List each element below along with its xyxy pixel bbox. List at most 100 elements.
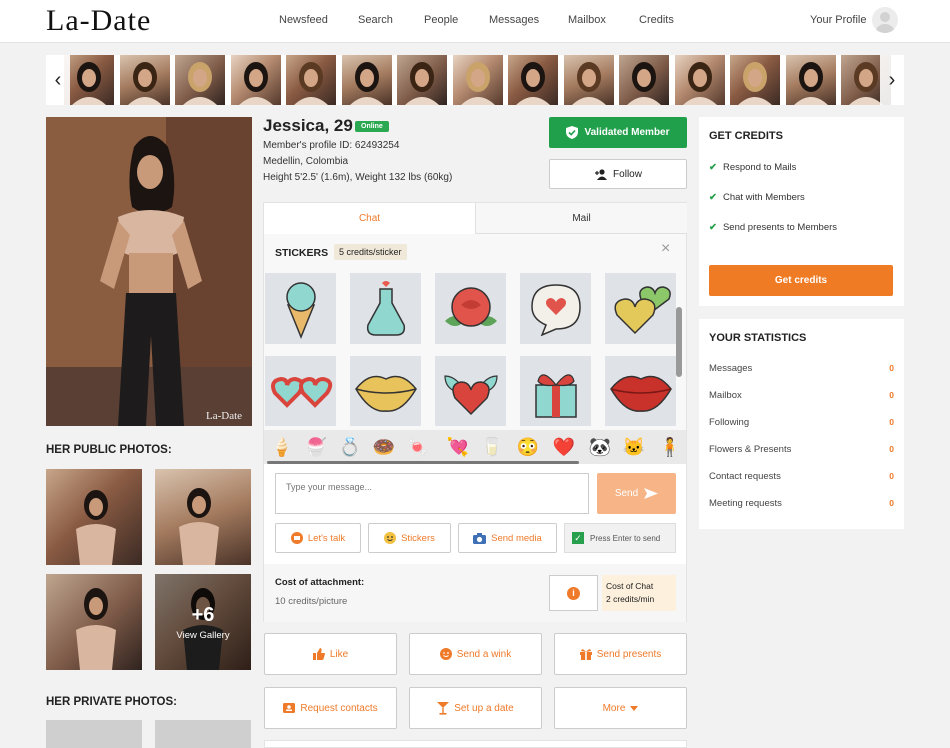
member-photo-image bbox=[571, 62, 606, 105]
stat-value: 0 bbox=[889, 471, 894, 481]
stat-row-meeting-requests[interactable]: Meeting requests 0 bbox=[709, 498, 894, 509]
stat-row-contact-requests[interactable]: Contact requests 0 bbox=[709, 471, 894, 482]
public-photo-2[interactable] bbox=[155, 469, 251, 565]
emoji-scrollbar[interactable] bbox=[267, 461, 579, 464]
send-wink-button[interactable]: Send a wink bbox=[409, 633, 542, 675]
member-thumbnail[interactable] bbox=[563, 55, 614, 105]
emoji-heart[interactable]: ❤️ bbox=[550, 433, 578, 461]
lets-talk-button[interactable]: Let's talk bbox=[275, 523, 361, 553]
sticker-potion[interactable] bbox=[350, 273, 421, 344]
nav-mailbox[interactable]: Mailbox bbox=[568, 14, 606, 26]
woman-photo-image bbox=[76, 588, 116, 670]
sticker-lips-red[interactable] bbox=[605, 356, 676, 426]
close-icon[interactable]: × bbox=[661, 240, 670, 258]
set-up-date-button[interactable]: Set up a date bbox=[409, 687, 542, 729]
emoji-donut[interactable]: 🍩 bbox=[370, 433, 398, 461]
credit-benefit-label: Respond to Mails bbox=[722, 162, 797, 173]
emoji-ice-cream[interactable]: 🍦 bbox=[268, 433, 296, 461]
view-gallery-tile[interactable]: +6 View Gallery bbox=[155, 574, 251, 670]
sticker-winged-heart[interactable] bbox=[435, 356, 506, 426]
member-thumbnail[interactable] bbox=[230, 55, 281, 105]
send-button[interactable]: Send bbox=[597, 473, 676, 514]
emoji-sundae[interactable]: 🍧 bbox=[302, 433, 330, 461]
sticker-gift[interactable] bbox=[520, 356, 591, 426]
strip-prev-arrow[interactable]: ‹ bbox=[46, 55, 70, 105]
sticker-ice-cream[interactable] bbox=[265, 273, 336, 344]
your-profile-link[interactable]: Your Profile bbox=[810, 14, 866, 26]
private-photo-1[interactable] bbox=[46, 720, 142, 748]
tab-mail[interactable]: Mail bbox=[476, 203, 687, 234]
sticker-hearts[interactable] bbox=[605, 273, 676, 344]
emoji-cat[interactable]: 🐱 bbox=[620, 433, 648, 461]
nav-search[interactable]: Search bbox=[358, 14, 393, 26]
emoji-strip: 🍦 🍧 💍 🍩 🍬 💘 🥛 😳 ❤️ 🐼 🐱 🧍 bbox=[264, 430, 686, 464]
press-enter-toggle[interactable]: ✓ Press Enter to send bbox=[564, 523, 676, 553]
nav-credits[interactable]: Credits bbox=[639, 14, 674, 26]
like-button[interactable]: Like bbox=[264, 633, 397, 675]
send-presents-button[interactable]: Send presents bbox=[554, 633, 687, 675]
stat-label: Flowers & Presents bbox=[709, 444, 792, 455]
member-thumbnail[interactable] bbox=[619, 55, 669, 105]
checkbox-checked-icon[interactable]: ✓ bbox=[572, 532, 584, 544]
member-thumbnail[interactable] bbox=[730, 55, 780, 105]
get-credits-button[interactable]: Get credits bbox=[709, 265, 893, 296]
emoji-candy[interactable]: 🍬 bbox=[404, 433, 432, 461]
stat-row-following[interactable]: Following 0 bbox=[709, 417, 894, 428]
photo-watermark: La-Date bbox=[206, 410, 243, 422]
member-thumbnail[interactable] bbox=[452, 55, 503, 105]
member-thumbnail[interactable] bbox=[175, 55, 225, 105]
nav-messages[interactable]: Messages bbox=[489, 14, 539, 26]
tab-chat[interactable]: Chat bbox=[264, 203, 476, 234]
member-thumbnail[interactable] bbox=[286, 55, 336, 105]
sticker-scrollbar[interactable] bbox=[676, 307, 682, 377]
info-button[interactable]: i bbox=[549, 575, 598, 611]
member-thumbnail[interactable] bbox=[508, 55, 558, 105]
send-label: Send bbox=[614, 488, 639, 499]
stat-row-mailbox[interactable]: Mailbox 0 bbox=[709, 390, 894, 401]
emoji-cupid-heart[interactable]: 💘 bbox=[444, 433, 472, 461]
avatar[interactable] bbox=[872, 7, 898, 33]
emoji-panda[interactable]: 🐼 bbox=[586, 433, 614, 461]
emoji-person[interactable]: 🧍 bbox=[656, 433, 684, 461]
stat-value: 0 bbox=[889, 417, 894, 427]
emoji-ring[interactable]: 💍 bbox=[336, 433, 364, 461]
send-media-label: Send media bbox=[491, 532, 542, 544]
sticker-lips-gold[interactable] bbox=[350, 356, 421, 426]
member-thumbnail[interactable] bbox=[785, 55, 836, 105]
member-thumbnail[interactable] bbox=[674, 55, 725, 105]
private-photo-2[interactable] bbox=[155, 720, 251, 748]
strip-next-arrow[interactable]: › bbox=[880, 55, 904, 105]
follow-button[interactable]: Follow bbox=[549, 159, 687, 189]
emoji-milk[interactable]: 🥛 bbox=[478, 433, 506, 461]
main-profile-photo[interactable]: La-Date bbox=[46, 117, 252, 426]
member-thumbnail[interactable] bbox=[119, 55, 170, 105]
sticker-heart-bubble[interactable] bbox=[520, 273, 591, 344]
sticker-heart-glasses[interactable] bbox=[265, 356, 336, 426]
more-dropdown[interactable]: More bbox=[554, 687, 687, 729]
member-thumbnail[interactable] bbox=[397, 55, 447, 105]
member-thumbnail[interactable] bbox=[64, 55, 114, 105]
nav-newsfeed[interactable]: Newsfeed bbox=[279, 14, 328, 26]
stat-row-flowers-presents[interactable]: Flowers & Presents 0 bbox=[709, 444, 894, 455]
stat-label: Mailbox bbox=[709, 390, 742, 401]
site-logo[interactable]: La-Date bbox=[46, 4, 151, 38]
emoji-flushed[interactable]: 😳 bbox=[514, 433, 542, 461]
send-media-button[interactable]: Send media bbox=[458, 523, 557, 553]
view-gallery-overlay[interactable]: +6 View Gallery bbox=[155, 574, 251, 670]
ice-cream-icon bbox=[285, 281, 316, 339]
stat-row-messages[interactable]: Messages 0 bbox=[709, 363, 894, 374]
stickers-button[interactable]: Stickers bbox=[368, 523, 451, 553]
public-photo-1[interactable] bbox=[46, 469, 142, 565]
public-photo-3[interactable] bbox=[46, 574, 142, 670]
member-thumbnail[interactable] bbox=[341, 55, 392, 105]
hearts-icon bbox=[614, 286, 671, 335]
nav-people[interactable]: People bbox=[424, 14, 458, 26]
member-photo-image bbox=[238, 62, 273, 105]
private-photos-heading: HER PRIVATE PHOTOS: bbox=[46, 696, 177, 708]
top-header: La-Date Newsfeed Search People Messages … bbox=[0, 0, 950, 43]
request-contacts-button[interactable]: Request contacts bbox=[264, 687, 397, 729]
sticker-rose[interactable] bbox=[435, 273, 506, 344]
member-photo-image bbox=[405, 62, 439, 105]
member-photo-image bbox=[127, 62, 162, 105]
message-input[interactable] bbox=[275, 473, 589, 514]
